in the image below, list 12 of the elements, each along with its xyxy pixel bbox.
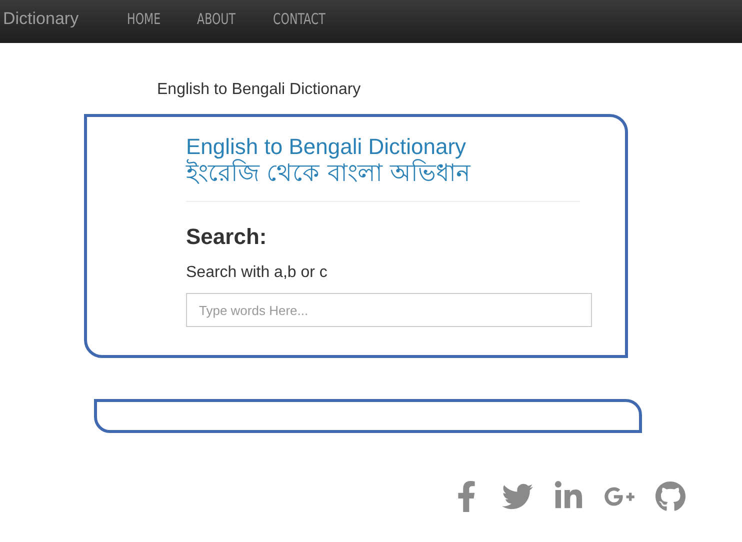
- search-field[interactable]: Type words Here...: [186, 293, 592, 327]
- card-heading: English to Bengali Dictionary: [186, 135, 468, 159]
- nav-link[interactable]: HOME: [126, 10, 160, 28]
- twitter-icon[interactable]: [502, 481, 533, 512]
- brand-link[interactable]: Dictionary: [0, 8, 127, 28]
- bengali-heading: ইংরেজি থেকে বাংলা অভিধান: [186, 159, 472, 187]
- search-heading: Search:: [186, 224, 268, 250]
- nav-link[interactable]: CONTACT: [272, 10, 325, 28]
- page-title: English to Bengali Dictionary: [157, 81, 362, 99]
- search-hint: Search with a,b or c: [186, 264, 328, 282]
- nav-link[interactable]: ABOUT: [196, 10, 236, 28]
- github-icon[interactable]: [655, 481, 686, 512]
